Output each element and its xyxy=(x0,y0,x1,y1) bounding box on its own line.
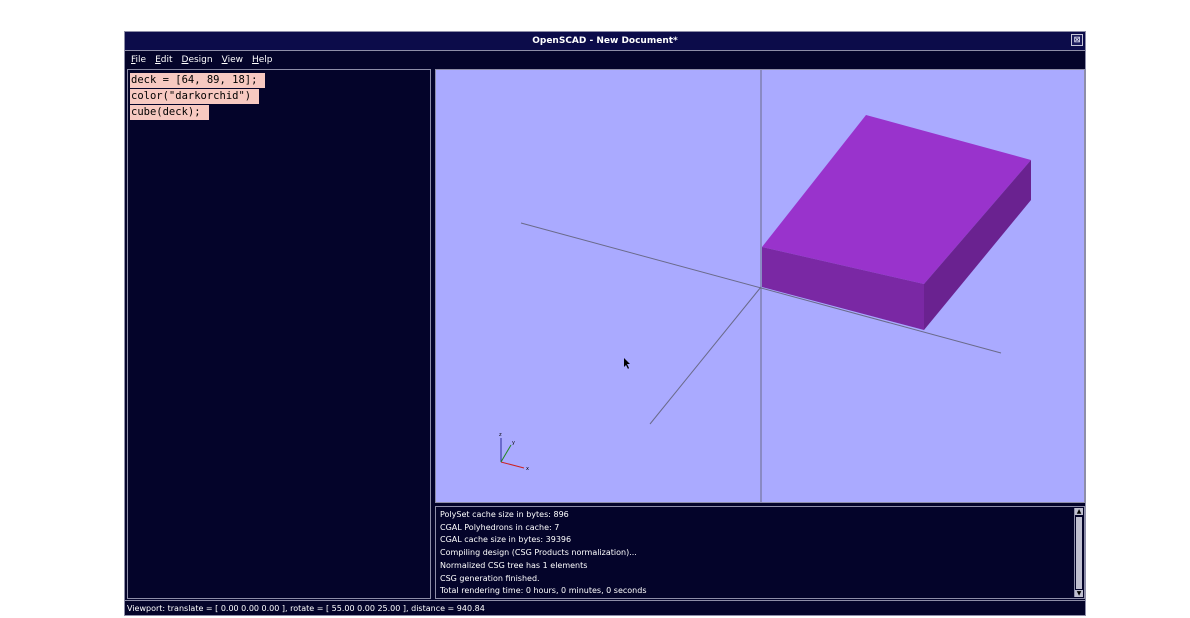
close-window-button[interactable]: ⊠ xyxy=(1071,34,1083,46)
scroll-up-arrow-icon[interactable]: ▲ xyxy=(1075,508,1083,515)
axis-y-line xyxy=(649,286,762,425)
3d-viewport[interactable]: z y x xyxy=(435,69,1085,503)
viewport-scene: z y x xyxy=(499,70,1031,502)
menu-bar: File Edit Design View Help xyxy=(125,51,1085,68)
axis-label-x: x xyxy=(526,466,529,472)
console-log: PolySet cache size in bytes: 896 CGAL Po… xyxy=(440,509,1072,598)
console-line: Normalized CSG tree has 1 elements xyxy=(440,560,588,570)
axis-label-z: z xyxy=(499,432,502,438)
console-line: CGAL Polyhedrons in cache: 7 xyxy=(440,522,560,532)
menu-design[interactable]: Design xyxy=(182,55,213,65)
window-title: OpenSCAD - New Document* xyxy=(532,36,678,46)
viewport-status-text: Viewport: translate = [ 0.00 0.00 0.00 ]… xyxy=(127,603,485,613)
menu-view[interactable]: View xyxy=(222,55,243,65)
menu-file[interactable]: File xyxy=(131,55,146,65)
console-line: Total rendering time: 0 hours, 0 minutes… xyxy=(440,586,647,596)
code-line[interactable]: cube(deck); xyxy=(130,105,209,120)
scroll-down-arrow-icon[interactable]: ▼ xyxy=(1075,590,1083,597)
code-line[interactable]: color("darkorchid") xyxy=(130,89,260,104)
console-line: PolySet cache size in bytes: 896 xyxy=(440,510,569,519)
code-editor[interactable]: deck = [64, 89, 18]; color("darkorchid")… xyxy=(127,69,431,599)
code-line[interactable]: deck = [64, 89, 18]; xyxy=(130,73,266,88)
openscad-window: OpenSCAD - New Document* ⊠ File Edit Des… xyxy=(124,31,1086,616)
menu-help[interactable]: Help xyxy=(252,55,273,65)
console-scrollbar[interactable]: ▲ ▼ xyxy=(1074,508,1083,597)
console-line: Compiling design (CSG Products normaliza… xyxy=(440,548,637,558)
console-line: CSG generation finished. xyxy=(440,573,540,583)
menu-edit[interactable]: Edit xyxy=(155,55,172,65)
console-panel[interactable]: PolySet cache size in bytes: 896 CGAL Po… xyxy=(435,506,1085,599)
mouse-cursor-icon xyxy=(624,358,630,369)
axis-label-y: y xyxy=(512,440,515,446)
axes-gizmo-icon: z y x xyxy=(499,432,529,472)
title-bar[interactable]: OpenSCAD - New Document* ⊠ xyxy=(125,32,1085,51)
console-line: CGAL cache size in bytes: 39396 xyxy=(440,535,572,545)
scrollbar-thumb[interactable] xyxy=(1076,517,1082,589)
status-bar: Viewport: translate = [ 0.00 0.00 0.00 ]… xyxy=(125,600,1085,615)
